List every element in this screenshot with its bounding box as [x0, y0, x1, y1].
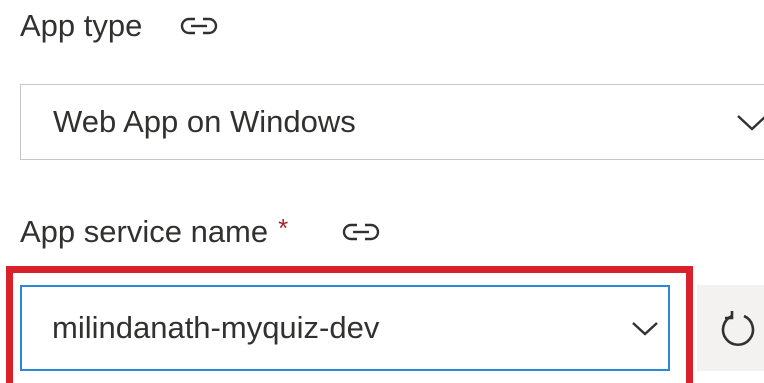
chevron-down-icon [630, 315, 660, 341]
app-type-label: App type [20, 8, 143, 43]
app-service-name-label: App service name [20, 214, 269, 249]
refresh-button[interactable] [697, 285, 764, 371]
app-type-label-row: App type [20, 4, 220, 48]
app-type-dropdown[interactable]: Web App on Windows [20, 84, 764, 160]
app-service-name-dropdown[interactable]: milindanath-myquiz-dev [20, 285, 670, 371]
refresh-icon [721, 311, 754, 347]
required-marker: * [278, 212, 289, 243]
link-icon[interactable] [178, 11, 220, 41]
link-icon[interactable] [340, 217, 382, 247]
app-type-selected-value: Web App on Windows [53, 104, 356, 139]
app-service-name-selected-value: milindanath-myquiz-dev [52, 310, 380, 345]
app-service-name-label-row: App service name * [20, 210, 382, 254]
chevron-down-icon [735, 107, 764, 137]
